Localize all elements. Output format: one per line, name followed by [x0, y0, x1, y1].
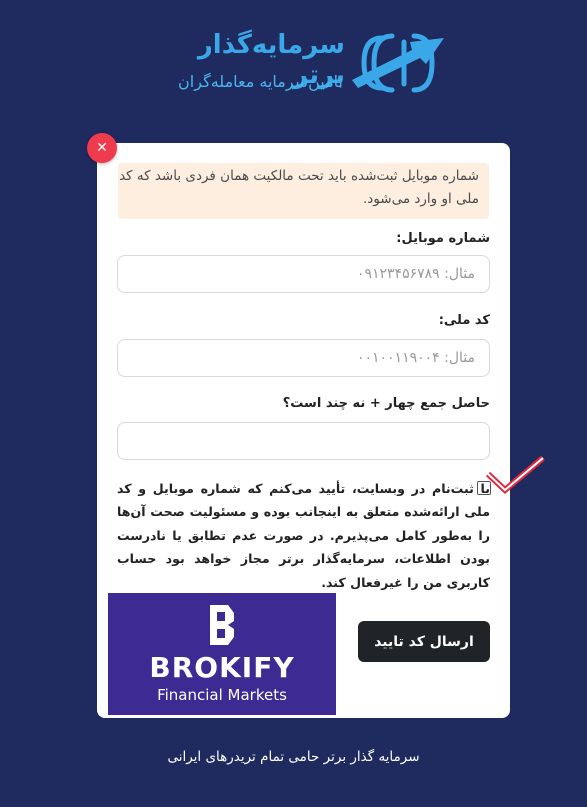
brokify-logo-icon — [210, 605, 234, 645]
brokify-banner[interactable]: BROKIFY Financial Markets — [108, 593, 336, 715]
national-id-input[interactable]: مثال: ۰۰۱۰۰۱۱۹۰۰۴ — [117, 339, 490, 377]
agreement-text: با ثبت‌نام در وبسایت، تأیید می‌کنم که شم… — [117, 481, 490, 590]
brand-tagline: تامین‌سرمایه معامله‌گران — [178, 72, 343, 91]
send-code-button[interactable]: ارسال کد تایید — [358, 621, 490, 662]
footer-text: سرمایه گذار برتر حامی تمام تریدرهای ایرا… — [167, 749, 420, 765]
captcha-label: حاصل جمع چهار + نه چند است؟ — [282, 396, 490, 411]
notice-alert: شماره موبایل ثبت‌شده باید تحت مالکیت هما… — [118, 163, 489, 219]
brokify-subtitle: Financial Markets — [157, 686, 287, 704]
mobile-label: شماره موبایل: — [396, 231, 490, 246]
logo-coins-icon — [352, 33, 444, 93]
close-icon: ✕ — [96, 140, 108, 156]
check-mark-icon — [485, 455, 545, 495]
mobile-input[interactable]: مثال: ۰۹۱۲۳۴۵۶۷۸۹ — [117, 255, 490, 293]
national-id-label: کد ملی: — [438, 313, 490, 328]
brokify-name: BROKIFY — [149, 651, 295, 684]
close-button[interactable]: ✕ — [87, 133, 117, 163]
captcha-input[interactable] — [117, 422, 490, 460]
